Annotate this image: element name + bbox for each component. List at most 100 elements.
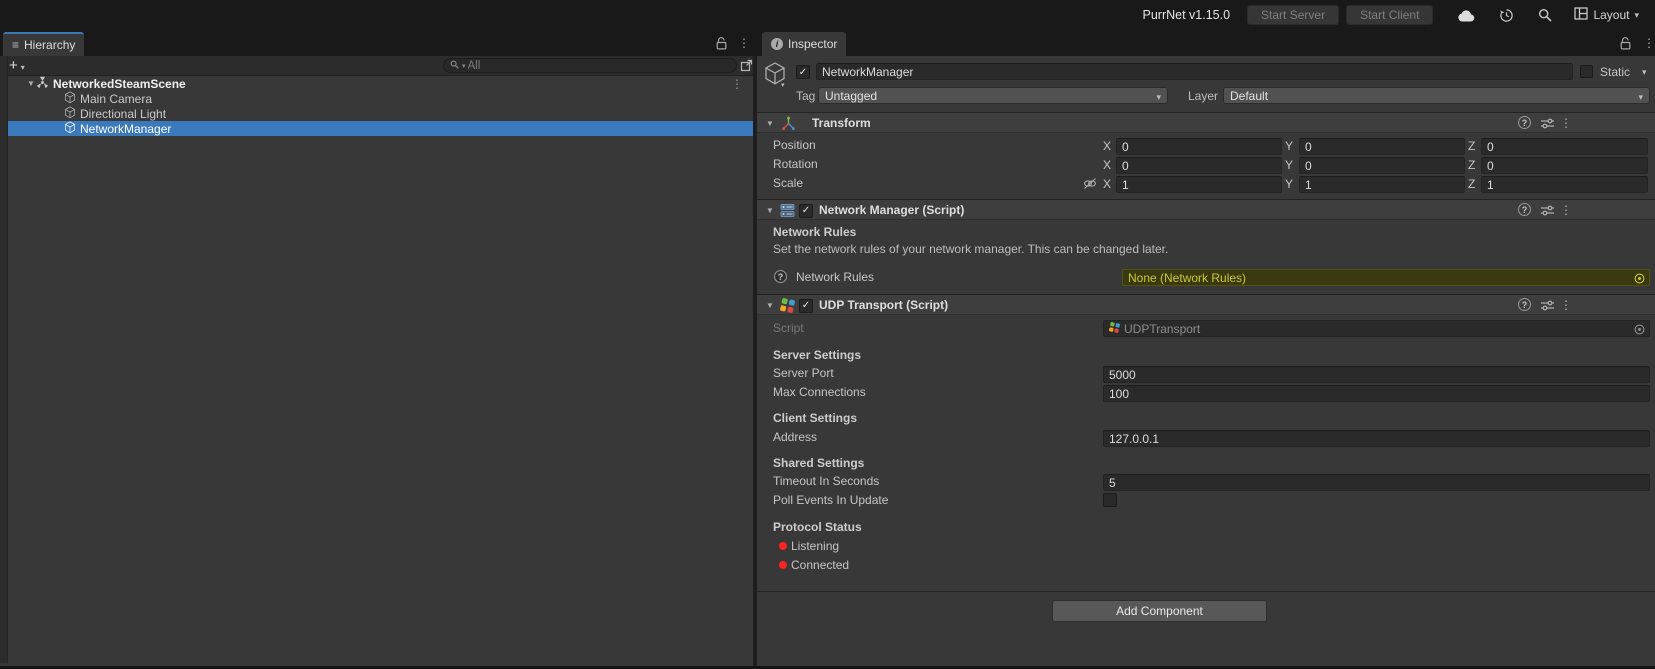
hierarchy-search[interactable]: ▾ <box>443 58 737 73</box>
help-icon[interactable]: ? <box>1518 203 1531 216</box>
tab-inspector[interactable]: i Inspector <box>762 32 847 56</box>
component-enabled-checkbox[interactable]: ✓ <box>799 203 813 218</box>
max-connections-field[interactable] <box>1103 385 1650 402</box>
presets-icon[interactable] <box>1541 300 1554 314</box>
object-picker-icon[interactable] <box>1634 324 1645 338</box>
rotation-x-field[interactable] <box>1116 157 1282 174</box>
position-y-field[interactable] <box>1299 138 1465 155</box>
item-label: Main Camera <box>80 91 153 106</box>
object-picker-icon[interactable] <box>1634 273 1645 287</box>
rotation-row: Rotation X Y Z <box>757 156 1655 174</box>
start-client-button[interactable]: Start Client <box>1346 5 1434 25</box>
hierarchy-item-directional-light[interactable]: Directional Light <box>8 105 753 122</box>
gameobject-name-field[interactable] <box>816 63 1573 80</box>
transform-header[interactable]: ▼ Transform ? ⋮ <box>757 112 1655 133</box>
chevron-down-icon: ▾ <box>20 62 25 72</box>
hierarchy-scene-row[interactable]: ▼ NetworkedSteamScene ⋮ <box>8 76 753 91</box>
scale-y-field[interactable] <box>1299 176 1465 193</box>
create-object-button[interactable]: + ▾ <box>9 57 25 74</box>
layout-dropdown[interactable]: Layout ▾ <box>1574 7 1639 23</box>
transform-icon <box>781 116 796 134</box>
hierarchy-item-networkmanager[interactable]: NetworkManager <box>8 120 753 136</box>
link-broken-icon[interactable] <box>1083 177 1097 193</box>
kebab-menu-icon[interactable]: ⋮ <box>1560 116 1572 130</box>
foldout-icon[interactable]: ▼ <box>765 206 775 215</box>
foldout-icon[interactable]: ▼ <box>26 79 36 88</box>
chevron-down-icon: ▾ <box>1156 92 1161 102</box>
panel-edge-strip <box>0 56 8 663</box>
network-manager-header[interactable]: ▼ ✓ Network Manager (Script) ? ⋮ <box>757 199 1655 220</box>
purrnet-script-icon <box>1109 321 1120 336</box>
shared-settings-section: Shared Settings <box>773 456 865 470</box>
foldout-icon[interactable]: ▼ <box>765 301 775 310</box>
poll-events-row: Poll Events In Update <box>757 492 1655 510</box>
scale-row: Scale X Y Z <box>757 175 1655 193</box>
presets-icon[interactable] <box>1541 205 1554 219</box>
kebab-menu-icon[interactable]: ⋮ <box>1560 203 1572 217</box>
hierarchy-menu-icon[interactable]: ⋮ <box>738 36 750 50</box>
chevron-down-icon: ▾ <box>1638 92 1643 102</box>
status-dot-connected <box>779 561 787 569</box>
inspector-lock-icon[interactable] <box>1620 37 1631 53</box>
kebab-menu-icon[interactable]: ⋮ <box>1560 298 1572 312</box>
cloud-icon[interactable] <box>1457 9 1475 22</box>
static-caret[interactable]: ▾ <box>1642 67 1647 78</box>
search-filter-icon <box>450 59 460 73</box>
scene-menu-icon[interactable]: ⋮ <box>731 77 743 91</box>
item-label: Directional Light <box>80 106 167 121</box>
help-icon[interactable]: ? <box>1518 116 1531 129</box>
inspector-menu-icon[interactable]: ⋮ <box>1643 36 1655 50</box>
server-port-field[interactable] <box>1103 366 1650 383</box>
gameobject-active-checkbox[interactable]: ✓ <box>796 65 810 79</box>
poll-events-checkbox[interactable] <box>1103 493 1117 507</box>
address-field[interactable] <box>1103 430 1650 447</box>
script-object-field[interactable]: UDPTransport <box>1103 320 1650 337</box>
network-rules-description: Set the network rules of your network ma… <box>773 242 1169 256</box>
timeout-field[interactable] <box>1103 474 1650 491</box>
history-icon[interactable] <box>1499 8 1514 23</box>
help-icon[interactable]: ? <box>1518 298 1531 311</box>
chevron-down-icon: ▾ <box>1634 9 1639 20</box>
scale-z-field[interactable] <box>1481 176 1648 193</box>
tab-hierarchy[interactable]: ≡ Hierarchy <box>3 32 85 56</box>
tab-bar: ≡ Hierarchy ⋮ i Inspector ⋮ <box>0 30 1655 56</box>
layout-label: Layout <box>1593 8 1630 22</box>
layer-dropdown[interactable]: Default ▾ <box>1223 87 1650 104</box>
add-component-button[interactable]: Add Component <box>1052 600 1267 622</box>
help-icon[interactable]: ? <box>774 270 787 283</box>
hierarchy-search-input[interactable] <box>467 59 698 72</box>
hierarchy-item-main-camera[interactable]: Main Camera <box>8 90 753 106</box>
protocol-status-section: Protocol Status <box>773 520 862 534</box>
cube-icon <box>64 105 76 122</box>
network-rules-section: Network Rules <box>773 225 857 239</box>
foldout-icon[interactable]: ▼ <box>765 119 775 128</box>
chevron-down-icon: ▾ <box>462 62 466 70</box>
layout-grid-icon <box>1574 7 1589 23</box>
scale-x-field[interactable] <box>1116 176 1282 193</box>
server-settings-section: Server Settings <box>773 348 862 362</box>
network-rules-object-field[interactable]: None (Network Rules) <box>1122 269 1650 286</box>
search-icon[interactable] <box>1538 8 1553 22</box>
position-z-field[interactable] <box>1481 138 1648 155</box>
position-x-field[interactable] <box>1116 138 1282 155</box>
rotation-y-field[interactable] <box>1299 157 1465 174</box>
connected-status-row: Connected <box>757 557 1655 575</box>
presets-icon[interactable] <box>1541 118 1554 132</box>
component-enabled-checkbox[interactable]: ✓ <box>799 298 813 313</box>
purrnet-version: PurrNet v1.15.0 <box>1142 8 1231 22</box>
network-manager-icon <box>780 203 795 221</box>
expand-window-icon[interactable] <box>740 59 753 75</box>
rotation-z-field[interactable] <box>1481 157 1648 174</box>
tag-label: Tag <box>796 89 816 103</box>
network-rules-row: ? Network Rules None (Network Rules) <box>757 269 1655 287</box>
unity-editor-window: PurrNet v1.15.0 Start Server Start Clien… <box>0 0 1655 669</box>
start-server-button[interactable]: Start Server <box>1247 5 1340 25</box>
script-row: Script UDPTransport <box>757 320 1655 338</box>
static-checkbox[interactable] <box>1580 65 1593 78</box>
inspector-panel: ▾ ✓ Static ▾ Tag Untagged ▾ Layer Defaul… <box>757 56 1655 669</box>
hierarchy-lock-icon[interactable] <box>716 37 727 53</box>
icon-picker-caret[interactable]: ▾ <box>781 81 785 89</box>
tag-dropdown[interactable]: Untagged ▾ <box>818 87 1168 104</box>
udp-transport-header[interactable]: ▼ ✓ UDP Transport (Script) ? ⋮ <box>757 294 1655 315</box>
max-connections-row: Max Connections <box>757 384 1655 402</box>
